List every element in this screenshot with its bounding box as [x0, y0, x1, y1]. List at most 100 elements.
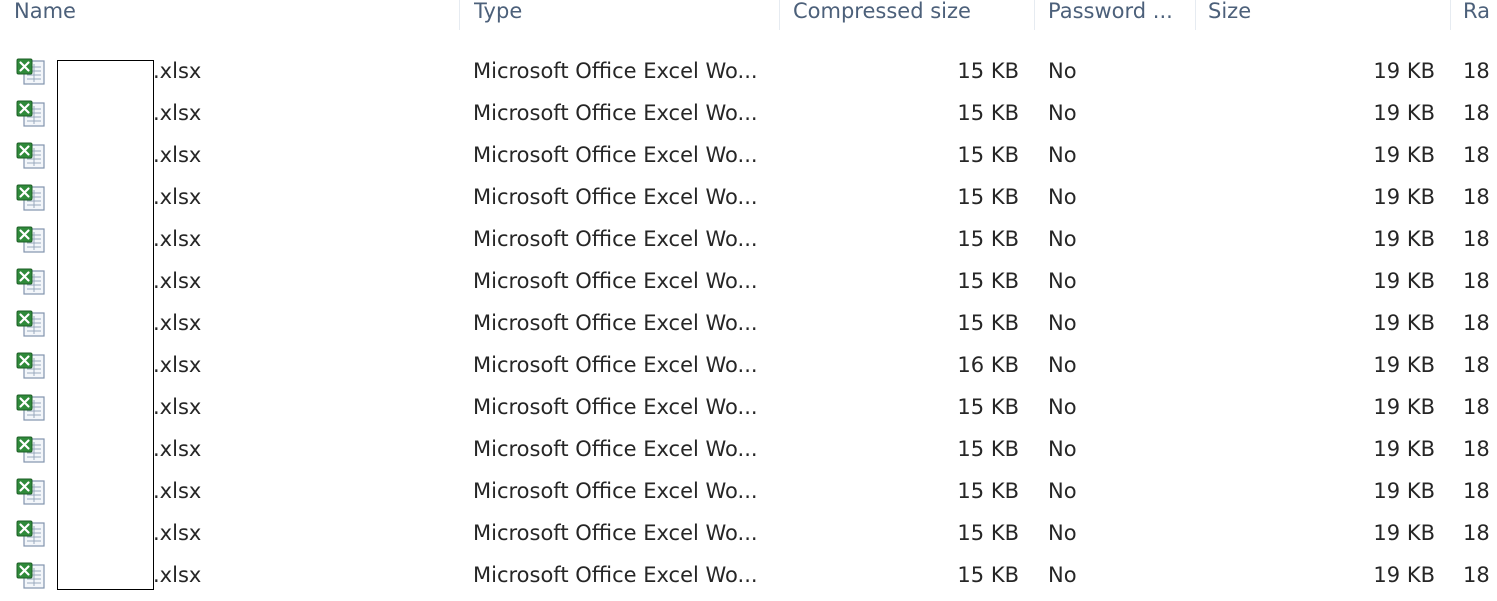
- excel-file-icon: [16, 394, 45, 421]
- file-row[interactable]: .xlsx Microsoft Office Excel Wo... 15 KB…: [0, 92, 1497, 134]
- column-divider[interactable]: [1034, 0, 1035, 30]
- compressed-size: 15 KB: [957, 185, 1019, 209]
- excel-file-icon: [16, 142, 45, 169]
- file-name: .xlsx: [153, 395, 202, 419]
- ratio: 18: [1463, 437, 1490, 461]
- password-protected: No: [1048, 563, 1077, 587]
- file-name: .xlsx: [153, 227, 202, 251]
- file-row[interactable]: .xlsx Microsoft Office Excel Wo... 15 KB…: [0, 554, 1497, 596]
- file-name: .xlsx: [153, 311, 202, 335]
- file-size: 19 KB: [1373, 101, 1435, 125]
- excel-file-icon: [16, 478, 45, 505]
- column-divider[interactable]: [1450, 0, 1451, 30]
- file-row[interactable]: .xlsx Microsoft Office Excel Wo... 15 KB…: [0, 176, 1497, 218]
- excel-file-icon: [16, 184, 45, 211]
- compressed-size: 15 KB: [957, 521, 1019, 545]
- compressed-size: 15 KB: [957, 395, 1019, 419]
- column-header-type[interactable]: Type: [474, 0, 764, 28]
- file-size: 19 KB: [1373, 521, 1435, 545]
- password-protected: No: [1048, 521, 1077, 545]
- compressed-size: 16 KB: [957, 353, 1019, 377]
- excel-file-icon: [16, 268, 45, 295]
- excel-file-icon: [16, 310, 45, 337]
- password-protected: No: [1048, 437, 1077, 461]
- excel-file-icon: [16, 58, 45, 85]
- file-row[interactable]: .xlsx Microsoft Office Excel Wo... 15 KB…: [0, 302, 1497, 344]
- column-header-password[interactable]: Password ...: [1048, 0, 1188, 28]
- compressed-size: 15 KB: [957, 143, 1019, 167]
- compressed-size: 15 KB: [957, 563, 1019, 587]
- ratio: 18: [1463, 59, 1490, 83]
- file-size: 19 KB: [1373, 185, 1435, 209]
- ratio: 18: [1463, 353, 1490, 377]
- ratio: 18: [1463, 269, 1490, 293]
- ratio: 18: [1463, 101, 1490, 125]
- file-type: Microsoft Office Excel Wo...: [473, 185, 758, 209]
- file-row[interactable]: .xlsx Microsoft Office Excel Wo... 15 KB…: [0, 386, 1497, 428]
- file-type: Microsoft Office Excel Wo...: [473, 353, 758, 377]
- file-type: Microsoft Office Excel Wo...: [473, 101, 758, 125]
- password-protected: No: [1048, 227, 1077, 251]
- column-header-name[interactable]: Name: [14, 0, 434, 28]
- column-header-ratio[interactable]: Ra: [1463, 0, 1497, 28]
- ratio: 18: [1463, 479, 1490, 503]
- file-name: .xlsx: [153, 479, 202, 503]
- file-size: 19 KB: [1373, 269, 1435, 293]
- file-type: Microsoft Office Excel Wo...: [473, 395, 758, 419]
- file-type: Microsoft Office Excel Wo...: [473, 311, 758, 335]
- file-row[interactable]: .xlsx Microsoft Office Excel Wo... 15 KB…: [0, 428, 1497, 470]
- file-name: .xlsx: [153, 101, 202, 125]
- column-divider[interactable]: [459, 0, 460, 30]
- column-header-size[interactable]: Size: [1208, 0, 1438, 28]
- file-size: 19 KB: [1373, 479, 1435, 503]
- file-name: .xlsx: [153, 353, 202, 377]
- file-name: .xlsx: [153, 143, 202, 167]
- file-size: 19 KB: [1373, 227, 1435, 251]
- excel-file-icon: [16, 436, 45, 463]
- column-header-compressed-size[interactable]: Compressed size: [793, 0, 1023, 28]
- file-row[interactable]: .xlsx Microsoft Office Excel Wo... 15 KB…: [0, 134, 1497, 176]
- password-protected: No: [1048, 395, 1077, 419]
- file-row[interactable]: .xlsx Microsoft Office Excel Wo... 15 KB…: [0, 512, 1497, 554]
- file-size: 19 KB: [1373, 311, 1435, 335]
- file-row[interactable]: .xlsx Microsoft Office Excel Wo... 15 KB…: [0, 260, 1497, 302]
- ratio: 18: [1463, 143, 1490, 167]
- file-type: Microsoft Office Excel Wo...: [473, 437, 758, 461]
- compressed-size: 15 KB: [957, 479, 1019, 503]
- file-row[interactable]: .xlsx Microsoft Office Excel Wo... 16 KB…: [0, 344, 1497, 386]
- column-divider[interactable]: [779, 0, 780, 30]
- file-size: 19 KB: [1373, 395, 1435, 419]
- file-type: Microsoft Office Excel Wo...: [473, 269, 758, 293]
- file-type: Microsoft Office Excel Wo...: [473, 563, 758, 587]
- compressed-size: 15 KB: [957, 269, 1019, 293]
- file-name: .xlsx: [153, 59, 202, 83]
- file-row[interactable]: .xlsx Microsoft Office Excel Wo... 15 KB…: [0, 218, 1497, 260]
- file-size: 19 KB: [1373, 353, 1435, 377]
- file-size: 19 KB: [1373, 437, 1435, 461]
- excel-file-icon: [16, 562, 45, 589]
- excel-file-icon: [16, 226, 45, 253]
- file-name: .xlsx: [153, 437, 202, 461]
- compressed-size: 15 KB: [957, 311, 1019, 335]
- ratio: 18: [1463, 521, 1490, 545]
- ratio: 18: [1463, 311, 1490, 335]
- file-size: 19 KB: [1373, 143, 1435, 167]
- compressed-size: 15 KB: [957, 59, 1019, 83]
- password-protected: No: [1048, 479, 1077, 503]
- password-protected: No: [1048, 353, 1077, 377]
- file-size: 19 KB: [1373, 563, 1435, 587]
- compressed-size: 15 KB: [957, 101, 1019, 125]
- column-header-bar: Name Type Compressed size Password ... S…: [0, 0, 1497, 30]
- file-row[interactable]: .xlsx Microsoft Office Excel Wo... 15 KB…: [0, 50, 1497, 92]
- compressed-size: 15 KB: [957, 437, 1019, 461]
- password-protected: No: [1048, 59, 1077, 83]
- compressed-size: 15 KB: [957, 227, 1019, 251]
- file-name: .xlsx: [153, 563, 202, 587]
- column-divider[interactable]: [1195, 0, 1196, 30]
- file-row[interactable]: .xlsx Microsoft Office Excel Wo... 15 KB…: [0, 470, 1497, 512]
- ratio: 18: [1463, 227, 1490, 251]
- password-protected: No: [1048, 269, 1077, 293]
- excel-file-icon: [16, 100, 45, 127]
- file-type: Microsoft Office Excel Wo...: [473, 59, 758, 83]
- password-protected: No: [1048, 311, 1077, 335]
